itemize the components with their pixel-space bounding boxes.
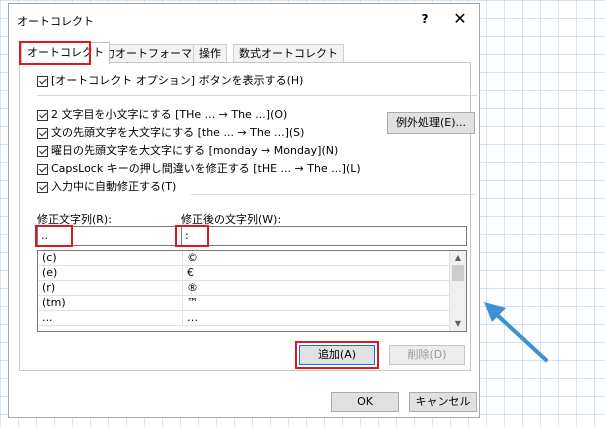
title-bar: オートコレクト ? ✕ (9, 4, 479, 34)
delete-button: 削除(D) (389, 345, 465, 365)
list-item-replace: ... (42, 311, 53, 324)
option-two-initial-caps-label: 2 文字目を小文字にする [THe ... → The ...](O) (51, 108, 288, 121)
checkbox-show-buttons[interactable] (37, 75, 48, 87)
separator-replace-group (191, 194, 475, 195)
separator-top (37, 95, 477, 96)
help-button[interactable]: ? (417, 10, 433, 28)
option-replace-as-type-label: 入力中に自動修正する(T) (51, 180, 177, 193)
option-capitalize-sentence[interactable]: 文の先頭文字を大文字にする [the ... → The ...](S) (37, 125, 304, 141)
option-show-buttons[interactable]: [オートコレクト オプション] ボタンを表示する(H) (37, 73, 303, 89)
cancel-button[interactable]: キャンセル (409, 392, 477, 412)
list-item-with: … (182, 311, 198, 325)
checkbox-replace-as-type[interactable] (37, 181, 48, 193)
option-two-initial-caps[interactable]: 2 文字目を小文字にする [THe ... → The ...](O) (37, 107, 287, 123)
add-button[interactable]: 追加(A) (299, 345, 375, 365)
scroll-down-icon[interactable]: ▼ (450, 317, 466, 331)
list-scrollbar[interactable]: ▲ ▼ (449, 251, 466, 331)
list-item-with: ® (182, 281, 198, 295)
ok-button[interactable]: OK (331, 392, 399, 412)
option-capitalize-days[interactable]: 曜日の先頭文字を大文字にする [monday → Monday](N) (37, 143, 338, 159)
option-replace-as-type[interactable]: 入力中に自動修正する(T) (37, 179, 176, 195)
option-caps-lock[interactable]: CapsLock キーの押し間違いを修正する [tHE ... → The ..… (37, 161, 361, 177)
option-caps-lock-label: CapsLock キーの押し間違いを修正する [tHE ... → The ..… (51, 162, 361, 175)
list-item-with: © (182, 251, 198, 265)
checkbox-caps-lock[interactable] (37, 163, 48, 175)
list-item[interactable]: (tm) ™ (38, 296, 450, 311)
list-item-replace: (e) (42, 266, 58, 279)
checkbox-two-initial-caps[interactable] (37, 109, 48, 121)
list-item-replace: (c) (42, 251, 57, 264)
pointer-arrow-icon (484, 302, 548, 362)
list-item[interactable]: ... … (38, 311, 450, 326)
replace-label: 修正文字列(R): (37, 213, 112, 226)
list-item-with: € (182, 266, 194, 280)
list-item[interactable]: (c) © (38, 251, 450, 266)
list-item-replace: (r) (42, 281, 56, 294)
close-button[interactable]: ✕ (451, 10, 469, 28)
list-item[interactable]: (r) ® (38, 281, 450, 296)
list-item[interactable]: (e) € (38, 266, 450, 281)
tab-strip: オートコレクト 入力オートフォーマット 操作 数式オートコレクト (17, 42, 473, 64)
autocorrect-dialog: オートコレクト ? ✕ オートコレクト 入力オートフォーマット 操作 数式オート… (8, 3, 480, 418)
list-item-replace: (tm) (42, 296, 66, 309)
autocorrect-list[interactable]: (c) © (e) € (r) ® (tm) ™ ... … ▲ ▼ (37, 250, 467, 332)
with-input[interactable]: : (181, 226, 467, 246)
tab-actions[interactable]: 操作 (193, 44, 227, 63)
window-title: オートコレクト (17, 15, 94, 28)
tab-autocorrect[interactable]: オートコレクト (21, 42, 110, 64)
option-capitalize-sentence-label: 文の先頭文字を大文字にする [the ... → The ...](S) (51, 126, 305, 139)
checkbox-capitalize-sentence[interactable] (37, 127, 48, 139)
scroll-thumb[interactable] (452, 265, 464, 281)
option-show-buttons-label: [オートコレクト オプション] ボタンを表示する(H) (51, 74, 304, 87)
checkbox-capitalize-days[interactable] (37, 145, 48, 157)
list-item-with: ™ (182, 296, 198, 310)
tab-math-autocorrect[interactable]: 数式オートコレクト (233, 44, 344, 63)
with-label: 修正後の文字列(W): (181, 213, 282, 226)
option-capitalize-days-label: 曜日の先頭文字を大文字にする [monday → Monday](N) (51, 144, 339, 157)
scroll-up-icon[interactable]: ▲ (450, 251, 466, 265)
replace-input[interactable]: .. (37, 226, 183, 246)
exceptions-button[interactable]: 例外処理(E)... (387, 112, 475, 134)
